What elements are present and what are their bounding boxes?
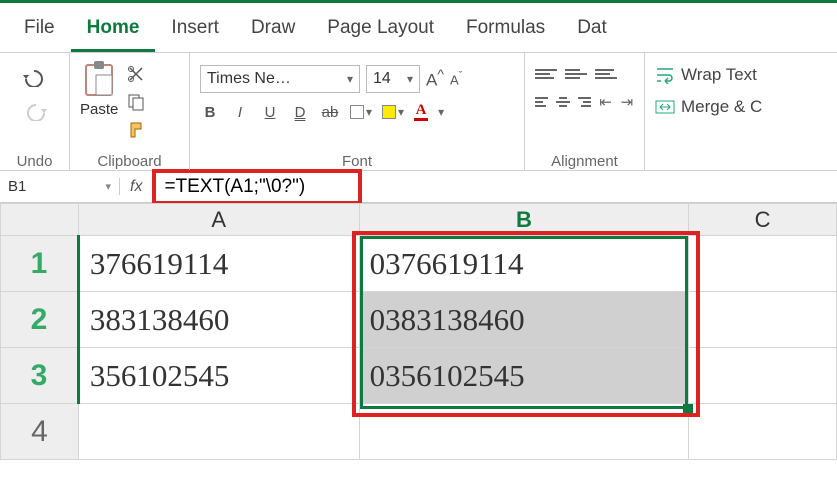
- group-label-undo: Undo: [0, 153, 69, 170]
- group-label-clipboard: Clipboard: [70, 153, 189, 170]
- merge-icon: [655, 98, 675, 116]
- paintbrush-icon: [127, 121, 145, 139]
- clipboard-icon: [82, 59, 116, 99]
- fill-color-button[interactable]: [382, 104, 404, 121]
- row-header-2[interactable]: 2: [1, 292, 79, 348]
- chevron-down-icon: [438, 104, 444, 121]
- align-right-button[interactable]: [578, 93, 591, 111]
- row-header-3[interactable]: 3: [1, 348, 79, 404]
- chevron-down-icon: [366, 104, 372, 121]
- group-label-font: Font: [190, 153, 524, 170]
- borders-button[interactable]: [350, 104, 372, 121]
- tab-insert[interactable]: Insert: [155, 9, 235, 52]
- tab-home[interactable]: Home: [71, 9, 156, 52]
- fx-label[interactable]: fx: [120, 178, 152, 196]
- merge-center-label: Merge & C: [681, 97, 762, 117]
- undo-button[interactable]: [20, 65, 50, 89]
- align-left-button[interactable]: [535, 93, 548, 111]
- tab-page-layout[interactable]: Page Layout: [311, 9, 450, 52]
- font-name-combo[interactable]: Times Ne…: [200, 65, 360, 93]
- scissors-icon: [127, 65, 145, 83]
- cell-a3[interactable]: 356102545: [78, 348, 359, 404]
- cut-button[interactable]: [124, 63, 148, 85]
- formula-input[interactable]: [162, 175, 352, 199]
- font-color-button[interactable]: A: [414, 103, 428, 121]
- font-size-value: 14: [373, 70, 391, 88]
- name-box[interactable]: B1 ▾: [0, 178, 120, 195]
- select-all-corner[interactable]: [1, 204, 79, 236]
- tab-data[interactable]: Dat: [561, 9, 623, 52]
- cell-b1[interactable]: 0376619114: [359, 236, 689, 292]
- wrap-text-label: Wrap Text: [681, 65, 757, 85]
- cell-c2[interactable]: [689, 292, 837, 348]
- cell-b2[interactable]: 0383138460: [359, 292, 689, 348]
- worksheet[interactable]: A B C 1 376619114 0376619114 2 383138460…: [0, 203, 837, 460]
- font-size-combo[interactable]: 14: [366, 65, 420, 93]
- column-header-c[interactable]: C: [689, 204, 837, 236]
- tab-draw[interactable]: Draw: [235, 9, 311, 52]
- ribbon-tabs: File Home Insert Draw Page Layout Formul…: [0, 3, 837, 53]
- merge-center-button[interactable]: Merge & C: [655, 91, 827, 123]
- bold-button[interactable]: B: [200, 104, 220, 121]
- redo-button[interactable]: [20, 99, 50, 123]
- cell-c4[interactable]: [689, 404, 837, 460]
- cell-a4[interactable]: [78, 404, 359, 460]
- group-label-alignment: Alignment: [525, 153, 644, 170]
- cell-b3[interactable]: 0356102545: [359, 348, 689, 404]
- column-header-a[interactable]: A: [78, 204, 359, 236]
- align-middle-button[interactable]: [565, 65, 587, 83]
- underline-button[interactable]: U: [260, 104, 280, 121]
- align-center-button[interactable]: [556, 93, 569, 111]
- increase-font-size-button[interactable]: A^: [426, 67, 444, 91]
- wrap-text-button[interactable]: Wrap Text: [655, 59, 827, 91]
- copy-icon: [127, 93, 145, 111]
- format-painter-button[interactable]: [124, 119, 148, 141]
- double-underline-button[interactable]: D: [290, 104, 310, 121]
- paste-label: Paste: [80, 101, 118, 118]
- row-header-1[interactable]: 1: [1, 236, 79, 292]
- column-header-b[interactable]: B: [359, 204, 689, 236]
- chevron-down-icon: [347, 70, 353, 88]
- row-header-4[interactable]: 4: [1, 404, 79, 460]
- cell-b4[interactable]: [359, 404, 689, 460]
- font-name-value: Times Ne…: [207, 70, 291, 88]
- cell-c1[interactable]: [689, 236, 837, 292]
- tab-file[interactable]: File: [8, 9, 71, 52]
- name-box-value: B1: [8, 178, 26, 195]
- copy-button[interactable]: [124, 91, 148, 113]
- cell-c3[interactable]: [689, 348, 837, 404]
- tab-formulas[interactable]: Formulas: [450, 9, 561, 52]
- ribbon: Undo Paste Clipboard: [0, 53, 837, 171]
- decrease-font-size-button[interactable]: Aˇ: [450, 70, 462, 87]
- formula-bar: B1 ▾ fx: [0, 171, 837, 203]
- cell-a1[interactable]: 376619114: [78, 236, 359, 292]
- chevron-down-icon: ▾: [105, 180, 111, 193]
- paste-button[interactable]: Paste: [80, 59, 118, 118]
- wrap-text-icon: [655, 66, 675, 84]
- strikethrough-button[interactable]: ab: [320, 104, 340, 121]
- decrease-indent-button[interactable]: ⇤: [599, 93, 612, 111]
- formula-highlight: [152, 169, 362, 205]
- chevron-down-icon: [398, 104, 404, 121]
- align-top-button[interactable]: [535, 65, 557, 83]
- italic-button[interactable]: I: [230, 104, 250, 121]
- cell-a2[interactable]: 383138460: [78, 292, 359, 348]
- increase-indent-button[interactable]: ⇥: [621, 93, 634, 111]
- align-bottom-button[interactable]: [595, 65, 617, 83]
- chevron-down-icon: [407, 70, 413, 88]
